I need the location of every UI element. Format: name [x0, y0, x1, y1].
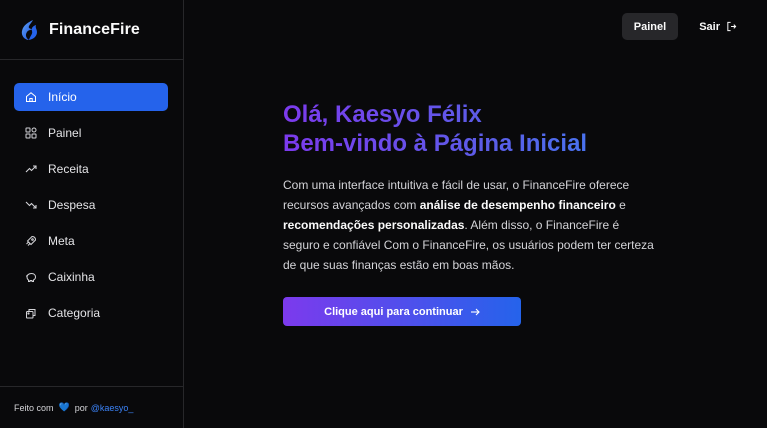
flame-logo-icon	[21, 19, 37, 40]
continue-label: Clique aqui para continuar	[324, 305, 463, 318]
trending-down-icon	[24, 198, 38, 212]
blue-heart-icon: 💙	[58, 402, 70, 412]
trending-up-icon	[24, 162, 38, 176]
desc-text-2: e	[615, 198, 626, 212]
author-handle-link[interactable]: @kaesyo_	[91, 403, 134, 413]
logout-button[interactable]: Sair	[699, 21, 737, 33]
piggy-bank-icon	[24, 270, 38, 284]
log-out-icon	[727, 21, 737, 32]
sidebar-item-label: Receita	[48, 162, 89, 176]
sidebar: FinanceFire Início Painel Receita Despes…	[0, 0, 184, 428]
grid-icon	[24, 126, 38, 140]
sidebar-footer: Feito com 💙 por @kaesyo_	[0, 386, 183, 428]
made-with-text: Feito com	[14, 402, 54, 413]
sidebar-nav: Início Painel Receita Despesa Meta Caixi…	[14, 83, 168, 335]
greeting-line-1: Olá, Kaesyo Félix	[283, 100, 663, 129]
sidebar-item-label: Início	[48, 90, 77, 104]
rocket-icon	[24, 234, 38, 248]
sidebar-item-caixinha[interactable]: Caixinha	[14, 263, 168, 291]
greeting-heading: Olá, Kaesyo Félix Bem-vindo à Página Ini…	[283, 100, 663, 158]
desc-bold-2: recomendações personalizadas	[283, 218, 465, 232]
sidebar-item-inicio[interactable]: Início	[14, 83, 168, 111]
home-icon	[24, 90, 38, 104]
arrow-right-icon	[470, 308, 480, 315]
sidebar-item-receita[interactable]: Receita	[14, 155, 168, 183]
sidebar-item-painel[interactable]: Painel	[14, 119, 168, 147]
app-name: FinanceFire	[49, 20, 140, 38]
sidebar-item-label: Painel	[48, 126, 82, 140]
sidebar-item-label: Caixinha	[48, 270, 95, 284]
sidebar-item-label: Meta	[48, 234, 75, 248]
hero-description: Com uma interface intuitiva e fácil de u…	[283, 175, 658, 275]
sidebar-item-categoria[interactable]: Categoria	[14, 299, 168, 327]
sidebar-item-meta[interactable]: Meta	[14, 227, 168, 255]
sidebar-item-label: Categoria	[48, 306, 101, 320]
greeting-line-2: Bem-vindo à Página Inicial	[283, 129, 663, 158]
continue-button[interactable]: Clique aqui para continuar	[283, 297, 521, 326]
desc-bold-1: análise de desempenho financeiro	[419, 198, 616, 212]
tags-icon	[24, 306, 38, 320]
by-text: por	[74, 402, 88, 413]
brand[interactable]: FinanceFire	[0, 0, 183, 60]
sidebar-item-label: Despesa	[48, 198, 96, 212]
topbar: Painel Sair	[621, 13, 737, 40]
sidebar-item-despesa[interactable]: Despesa	[14, 191, 168, 219]
panel-button[interactable]: Painel	[621, 13, 679, 40]
logout-label: Sair	[699, 20, 720, 33]
hero: Olá, Kaesyo Félix Bem-vindo à Página Ini…	[283, 100, 663, 326]
